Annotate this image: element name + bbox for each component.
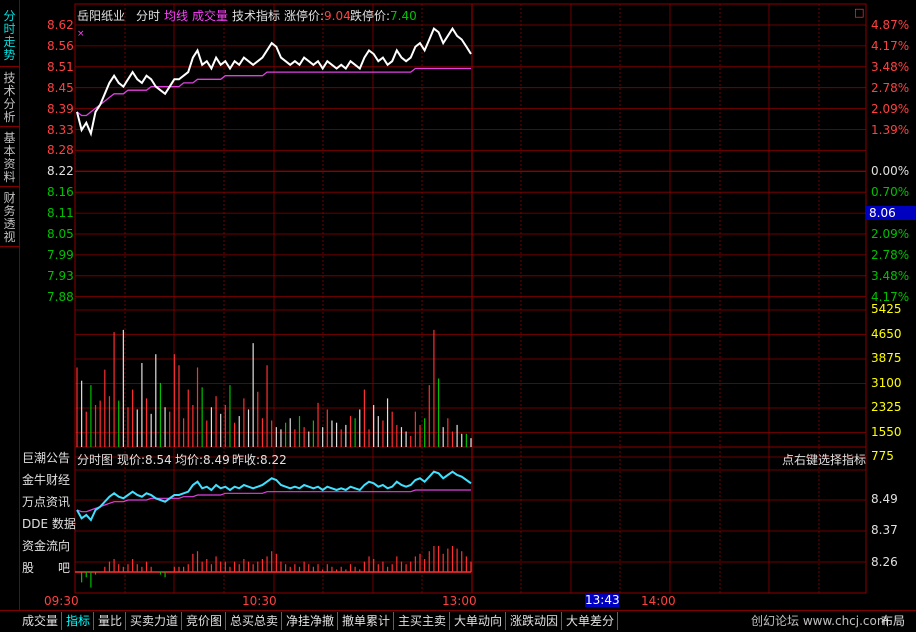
bottom-tab-bar: 成交量 指标 量比 买卖力道 竞价图 总买总卖 净挂净撤 撤单累计 主买主卖 大单动向 涨跌动因 大单… <box>0 610 916 632</box>
prev-close-value: 8.22 <box>260 453 287 467</box>
price-tick-label: 8.28 <box>47 143 74 158</box>
indicator-hint[interactable]: 点右键选择指标 <box>782 453 866 467</box>
maximize-icon[interactable]: □ <box>854 6 864 20</box>
time-label-1400: 14:00 <box>641 594 676 608</box>
volume-tick-label: 5425 <box>871 302 902 316</box>
current-price-tag: 8.06 <box>866 206 916 220</box>
sub-axis-tick-label: 8.26 <box>871 555 898 569</box>
bottom-tab-item[interactable]: 总买总卖 <box>227 612 283 630</box>
bottom-tab-item[interactable]: 大单动向 <box>451 612 507 630</box>
side-item-jinniu[interactable]: 金牛财经 <box>22 471 70 488</box>
volume-tick-label: 1550 <box>871 424 902 439</box>
tab-chengjiaoliang[interactable]: 成交量 <box>192 9 228 23</box>
bottom-tab-item[interactable]: 竞价图 <box>183 612 227 630</box>
limit-down-label: 跌停价: <box>350 9 391 23</box>
time-label-0930: 09:30 <box>44 594 79 608</box>
price-tick-label: 8.62 <box>47 18 74 32</box>
price-tick-label: 8.51 <box>47 59 74 74</box>
cursor-time-tag: 13:43 <box>585 593 620 607</box>
footer-brand: 创幻论坛 www.chcj.com <box>751 614 889 628</box>
sub-chart-title: 分时图 <box>77 453 114 467</box>
price-tick-label: 8.39 <box>47 101 74 116</box>
price-tick-label: 8.45 <box>47 80 74 95</box>
percent-tick-label: 4.87% <box>871 18 910 32</box>
bottom-tab-item[interactable]: 指标 <box>63 612 95 630</box>
volume-tick-label: 4650 <box>871 326 902 341</box>
percent-tick-label: 0.00% <box>871 164 910 179</box>
tab-jishu-zhibiao[interactable]: 技术指标 <box>232 9 280 23</box>
current-price-value: 8.54 <box>145 453 172 467</box>
avg-price-label: 均价: <box>175 453 204 467</box>
stock-name: 岳阳纸业 <box>77 9 126 23</box>
side-item-dde[interactable]: DDE 数据 <box>22 515 76 532</box>
price-tick-label: 8.11 <box>47 206 74 221</box>
bottom-tab-item[interactable]: 成交量 <box>19 612 63 630</box>
prev-close-label: 昨收: <box>232 453 261 467</box>
time-label-1030: 10:30 <box>242 594 277 608</box>
volume-tick-label: 3100 <box>871 375 902 390</box>
percent-tick-label: 3.48% <box>871 59 910 74</box>
price-tick-label: 8.22 <box>47 164 74 179</box>
price-tick-label: 7.88 <box>47 289 74 304</box>
limit-down-value: 7.40 <box>390 9 417 23</box>
tab-fenshi[interactable]: 分时 <box>136 9 160 23</box>
bottom-tab-item[interactable]: 量比 <box>95 612 127 630</box>
percent-tick-label: 2.78% <box>871 80 910 95</box>
sub-axis-tick-label: 8.49 <box>871 492 898 506</box>
price-tick-label: 7.93 <box>47 268 74 283</box>
bottom-tab-item[interactable]: 涨跌动因 <box>507 612 563 630</box>
bottom-tab-item[interactable]: 大单差分 <box>563 612 619 630</box>
current-price-label: 现价: <box>117 453 146 467</box>
volume-tick-label: 775 <box>871 449 894 463</box>
percent-tick-label: 2.09% <box>871 227 910 241</box>
percent-tick-label: 1.39% <box>871 122 910 137</box>
percent-tick-label: 0.70% <box>871 185 910 200</box>
layout-button[interactable]: 布局 <box>878 612 908 630</box>
price-tick-label: 8.56 <box>47 38 74 53</box>
price-tick-label: 8.33 <box>47 122 74 137</box>
bottom-tab-item[interactable]: 撤单累计 <box>339 612 395 630</box>
bottom-tab-item[interactable]: 主买主卖 <box>395 612 451 630</box>
bottom-tab-item[interactable]: 净挂净撤 <box>283 612 339 630</box>
side-item-guba[interactable]: 股 吧 <box>22 559 70 576</box>
side-item-juchao[interactable]: 巨潮公告 <box>22 449 70 466</box>
limit-up-value: 9.04 <box>324 9 351 23</box>
time-label-1300: 13:00 <box>442 594 477 608</box>
sub-axis-tick-label: 8.37 <box>871 523 898 537</box>
price-panel-frame <box>74 3 867 448</box>
percent-tick-label: 2.09% <box>871 101 910 116</box>
avg-price-value: 8.49 <box>203 453 230 467</box>
percent-tick-label: 2.78% <box>871 247 910 262</box>
percent-tick-label: 4.17% <box>871 38 910 53</box>
side-item-wandian[interactable]: 万点资讯 <box>22 493 70 510</box>
percent-tick-label: 3.48% <box>871 268 910 283</box>
price-tick-label: 7.99 <box>47 247 74 262</box>
limit-up-label: 涨停价: <box>284 9 325 23</box>
tab-junxian[interactable]: 均线 <box>164 9 188 23</box>
intraday-chart[interactable] <box>0 0 916 610</box>
volume-tick-label: 2325 <box>871 400 902 414</box>
side-item-zijin[interactable]: 资金流向 <box>22 537 70 554</box>
bottom-tab-item[interactable]: 买卖力道 <box>127 612 183 630</box>
price-tick-label: 8.05 <box>47 227 74 241</box>
cursor-marker-icon: × <box>77 29 85 39</box>
volume-tick-label: 3875 <box>871 351 902 365</box>
price-tick-label: 8.16 <box>47 185 74 200</box>
